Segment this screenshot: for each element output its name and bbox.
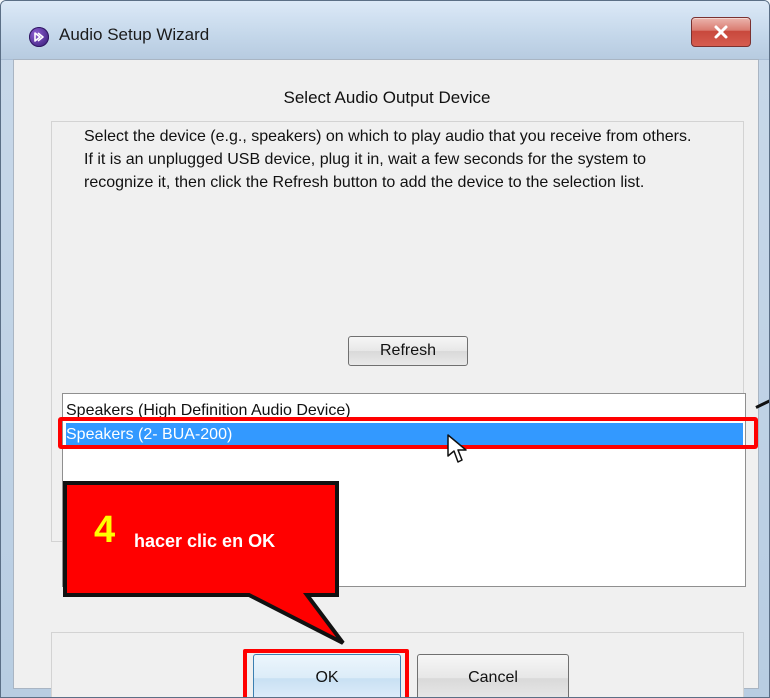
mouse-cursor-icon — [447, 434, 467, 463]
instructions-text: Select the device (e.g., speakers) on wh… — [84, 128, 692, 191]
audio-setup-wizard-window: Audio Setup Wizard Select Audio Output D… — [0, 0, 770, 698]
cancel-button[interactable]: Cancel — [417, 654, 569, 697]
close-button[interactable] — [691, 17, 751, 47]
page-title: Select Audio Output Device — [283, 88, 491, 107]
wizard-client-area: Select Audio Output Device Select the de… — [13, 59, 769, 697]
app-icon — [29, 27, 49, 47]
step-number: 4 — [94, 509, 116, 551]
annotation-pointer-line — [755, 391, 769, 409]
close-icon — [714, 25, 728, 39]
refresh-button[interactable]: Refresh — [348, 336, 468, 366]
selection-highlight-box — [58, 417, 758, 449]
callout-instruction-text: hacer clic en OK — [134, 531, 276, 551]
window-title: Audio Setup Wizard — [59, 25, 210, 44]
callout-shape — [63, 481, 345, 645]
instruction-callout — [61, 479, 401, 659]
title-bar: Audio Setup Wizard — [1, 1, 769, 60]
app-arrow-icon — [34, 32, 44, 42]
